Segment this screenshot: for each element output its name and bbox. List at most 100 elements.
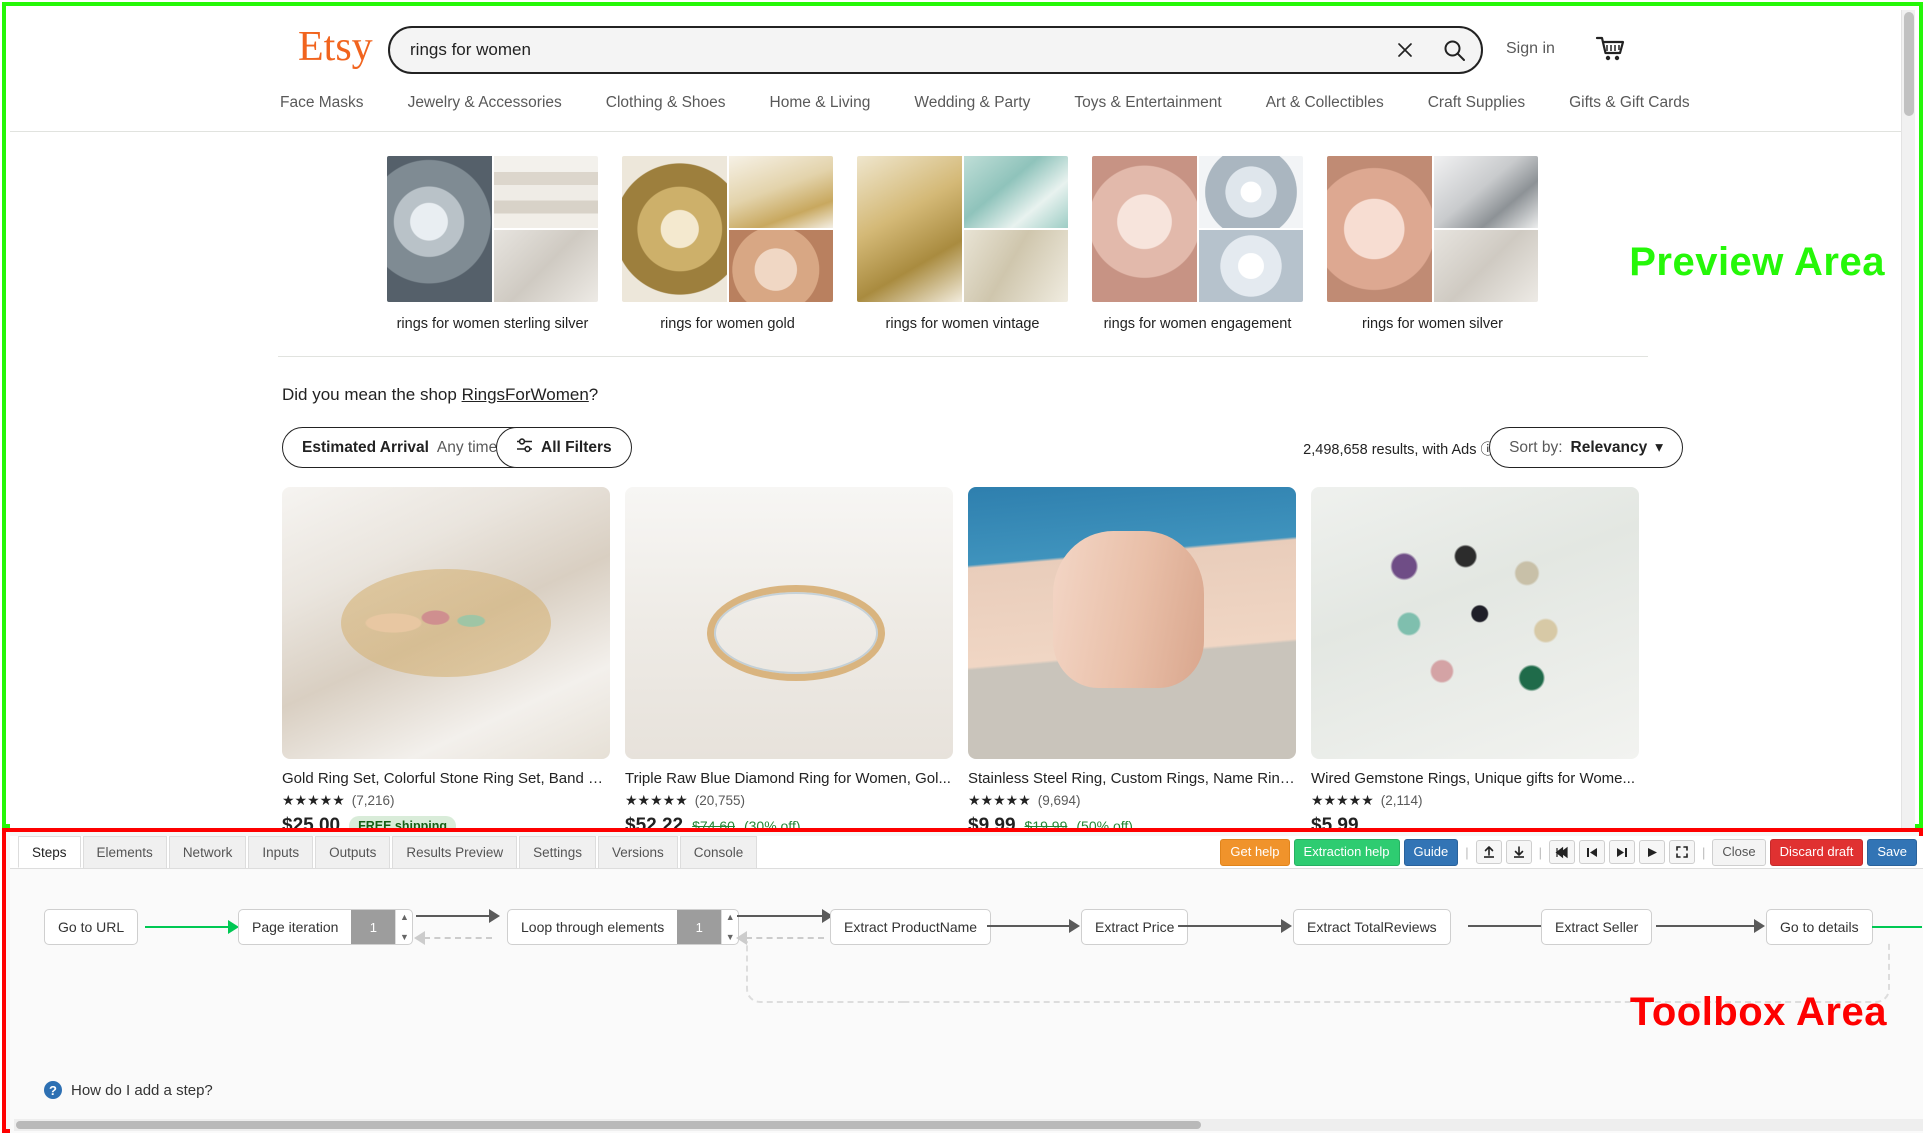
listing-card[interactable]: Triple Raw Blue Diamond Ring for Women, … [625,487,953,828]
related-search-label: rings for women silver [1361,316,1503,332]
search-icon[interactable] [1427,38,1481,63]
toolbox-area-frame: Steps Elements Network Inputs Outputs Re… [2,828,1923,1133]
close-icon[interactable] [1383,40,1427,60]
listing-rating: ★★★★★ (7,216) [282,792,610,809]
skip-to-start-icon[interactable] [1549,840,1576,865]
listing-discount: (50% off) [1076,818,1133,828]
scrollbar-thumb[interactable] [1904,12,1914,116]
tab-outputs[interactable]: Outputs [315,836,391,868]
how-do-i-add-a-step-link[interactable]: ? How do I add a step? [44,1081,213,1099]
download-icon[interactable] [1505,840,1532,865]
flow-node-page-iteration[interactable]: Page iteration 1 ▲ ▼ [238,909,414,945]
close-button[interactable]: Close [1712,839,1766,866]
nav-item-home-living[interactable]: Home & Living [770,94,871,112]
tab-versions[interactable]: Versions [597,836,678,868]
search-bar [388,26,1483,74]
related-search-label: rings for women sterling silver [396,316,589,332]
nav-item-craft-supplies[interactable]: Craft Supplies [1428,94,1525,112]
listing-price-row: $5.99 [1311,815,1639,828]
related-search-tile[interactable]: rings for women sterling silver [387,156,598,332]
nav-item-clothing-shoes[interactable]: Clothing & Shoes [606,94,726,112]
listing-discount: (30% off) [743,818,801,828]
chevron-down-icon[interactable]: ▼ [726,932,735,942]
listing-card[interactable]: Wired Gemstone Rings, Unique gifts for W… [1311,487,1639,828]
listing-original-price: $74.60 [692,818,735,828]
thumbnail-image [1092,156,1197,302]
guide-button[interactable]: Guide [1403,839,1459,866]
listing-price: $5.99 [1311,815,1359,828]
flow-node-extract-productname[interactable]: Extract ProductName [830,909,992,945]
nav-item-jewelry-accessories[interactable]: Jewelry & Accessories [408,94,562,112]
listing-title[interactable]: Triple Raw Blue Diamond Ring for Women, … [625,770,953,787]
etsy-logo[interactable]: Etsy [298,26,373,68]
scrollbar-thumb[interactable] [16,1121,1201,1129]
app-root: Etsy Sign in [0,0,1925,1135]
related-search-label: rings for women gold [660,316,795,332]
loop-iteration-stepper[interactable]: 1 ▲ ▼ [677,910,738,944]
listing-title[interactable]: Wired Gemstone Rings, Unique gifts for W… [1311,770,1639,787]
listing-image[interactable] [282,487,610,759]
extraction-help-button[interactable]: Extraction help [1293,839,1400,866]
tab-steps[interactable]: Steps [18,836,81,868]
nav-item-face-masks[interactable]: Face Masks [280,94,364,112]
flow-node-go-to-details[interactable]: Go to details [1766,909,1873,945]
tab-settings[interactable]: Settings [519,836,596,868]
toolbox-horizontal-scrollbar[interactable] [14,1119,1923,1131]
toolbox-area-label: Toolbox Area [1629,990,1887,1034]
related-search-tile[interactable]: rings for women silver [1327,156,1538,332]
sort-by-dropdown[interactable]: Sort by: Relevancy ▾ [1489,427,1683,468]
cart-icon[interactable] [1593,32,1627,71]
page-vertical-scrollbar[interactable] [1901,10,1915,828]
play-icon[interactable] [1639,840,1666,865]
did-you-mean-shop-link[interactable]: RingsForWomen [462,385,589,404]
chevron-down-icon[interactable]: ▼ [400,932,409,942]
stepper-arrows[interactable]: ▲ ▼ [395,910,412,944]
search-input[interactable] [390,40,1383,60]
listing-card[interactable]: Gold Ring Set, Colorful Stone Ring Set, … [282,487,610,828]
chevron-up-icon[interactable]: ▲ [400,912,409,922]
all-filters-button[interactable]: All Filters [496,427,632,468]
help-link-label: How do I add a step? [71,1081,213,1099]
did-you-mean-prefix: Did you mean the shop [282,385,462,404]
upload-icon[interactable] [1475,840,1502,865]
flow-node-extract-price[interactable]: Extract Price [1081,909,1189,945]
flow-node-extract-seller[interactable]: Extract Seller [1541,909,1653,945]
flow-node-extract-totalreviews[interactable]: Extract TotalReviews [1293,909,1451,945]
listing-image[interactable] [968,487,1296,759]
related-search-tile[interactable]: rings for women gold [622,156,833,332]
tab-results-preview[interactable]: Results Preview [392,836,518,868]
tab-elements[interactable]: Elements [82,836,167,868]
chevron-down-icon: ▾ [1655,439,1663,456]
listing-card[interactable]: Stainless Steel Ring, Custom Rings, Name… [968,487,1296,828]
save-button[interactable]: Save [1867,839,1917,866]
fullscreen-icon[interactable] [1669,840,1696,865]
listing-review-count: (7,216) [351,793,395,808]
chevron-up-icon[interactable]: ▲ [726,912,735,922]
listing-image[interactable] [1311,487,1639,759]
sort-by-value: Relevancy [1570,438,1648,456]
listing-title[interactable]: Gold Ring Set, Colorful Stone Ring Set, … [282,770,610,787]
browser-viewport: Etsy Sign in [10,10,1915,828]
tab-inputs[interactable]: Inputs [248,836,314,868]
tab-network[interactable]: Network [168,836,247,868]
nav-item-toys-entertainment[interactable]: Toys & Entertainment [1074,94,1221,112]
filter-toolbar: Estimated Arrival Any time ▾ All Filters [10,427,1915,471]
step-forward-icon[interactable] [1609,840,1636,865]
flow-node-loop-through-elements[interactable]: Loop through elements 1 ▲ ▼ [507,909,740,945]
nav-item-gifts-gift-cards[interactable]: Gifts & Gift Cards [1569,94,1690,112]
listing-title[interactable]: Stainless Steel Ring, Custom Rings, Name… [968,770,1296,787]
listing-price-row: $9.99 $19.99 (50% off) [968,815,1296,828]
get-help-button[interactable]: Get help [1220,839,1290,866]
related-search-tile[interactable]: rings for women engagement [1092,156,1303,332]
flow-node-label: Page iteration [252,919,339,935]
nav-item-art-collectibles[interactable]: Art & Collectibles [1266,94,1384,112]
related-search-tile[interactable]: rings for women vintage [857,156,1068,332]
tab-console[interactable]: Console [679,836,758,868]
listing-image[interactable] [625,487,953,759]
discard-draft-button[interactable]: Discard draft [1769,839,1864,866]
nav-item-wedding-party[interactable]: Wedding & Party [914,94,1030,112]
flow-node-go-to-url[interactable]: Go to URL [44,909,139,945]
page-iteration-stepper[interactable]: 1 ▲ ▼ [351,910,412,944]
sign-in-button[interactable]: Sign in [1506,40,1555,58]
step-back-icon[interactable] [1579,840,1606,865]
